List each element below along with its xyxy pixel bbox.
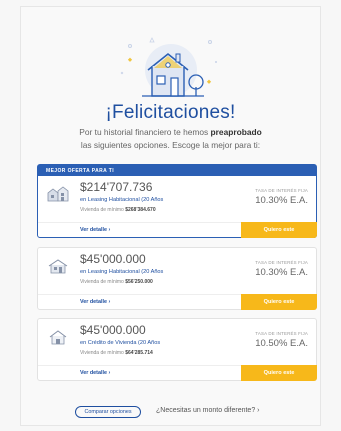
rate-label: TASA DE INTERÉS FIJA [255, 260, 308, 265]
offer-min-value: Vivienda de mínimo $64'285.714 [80, 350, 153, 356]
different-amount-link[interactable]: ¿Necesitas un monto diferente? › [156, 407, 260, 414]
view-detail-link[interactable]: Ver detalle › [80, 370, 110, 376]
offer-min-value: Vivienda de mínimo $268'384.670 [80, 207, 156, 213]
house-illustration-icon [120, 37, 217, 97]
choose-offer-button[interactable]: Quiero este [241, 294, 317, 310]
page-subtitle: Por tu historial financiero te hemos pre… [79, 127, 262, 150]
offer-rate: 10.30% E.A. [255, 195, 308, 206]
choose-offer-button[interactable]: Quiero este [241, 365, 317, 381]
rate-label: TASA DE INTERÉS FIJA [255, 188, 308, 193]
page-title: ¡Felicitaciones! [105, 102, 236, 123]
offer-product: en Leasing Habitacional (20 Años [80, 269, 164, 275]
rate-label: TASA DE INTERÉS FIJA [255, 331, 308, 336]
view-detail-link[interactable]: Ver detalle › [80, 299, 110, 305]
offer-min-value: Vivienda de mínimo $56'250.000 [80, 279, 153, 285]
offer-product: en Leasing Habitacional (20 Años [80, 197, 164, 203]
offer-product: en Crédito de Vivienda (20 Años [80, 340, 161, 346]
offer-amount: $45'000.000 [80, 252, 146, 266]
best-offer-ribbon: MEJOR OFERTA PARA TI [38, 165, 316, 176]
offer-card-2: $45'000.000 en Leasing Habitacional (20 … [37, 247, 317, 310]
offer-card-1: MEJOR OFERTA PARA TI $214'707.736 en Lea… [37, 164, 317, 238]
house-icon [48, 259, 68, 274]
offer-rate: 10.30% E.A. [255, 267, 308, 278]
offer-rate: 10.50% E.A. [255, 338, 308, 349]
home-icon [49, 330, 67, 345]
offer-amount: $214'707.736 [80, 180, 153, 194]
choose-offer-button[interactable]: Quiero este [241, 222, 317, 238]
compare-options-button[interactable]: Comparar opciones [75, 406, 141, 418]
view-detail-link[interactable]: Ver detalle › [80, 227, 110, 233]
offer-amount: $45'000.000 [80, 323, 146, 337]
offer-card-3: $45'000.000 en Crédito de Vivienda (20 A… [37, 318, 317, 381]
building-icon [47, 186, 69, 202]
